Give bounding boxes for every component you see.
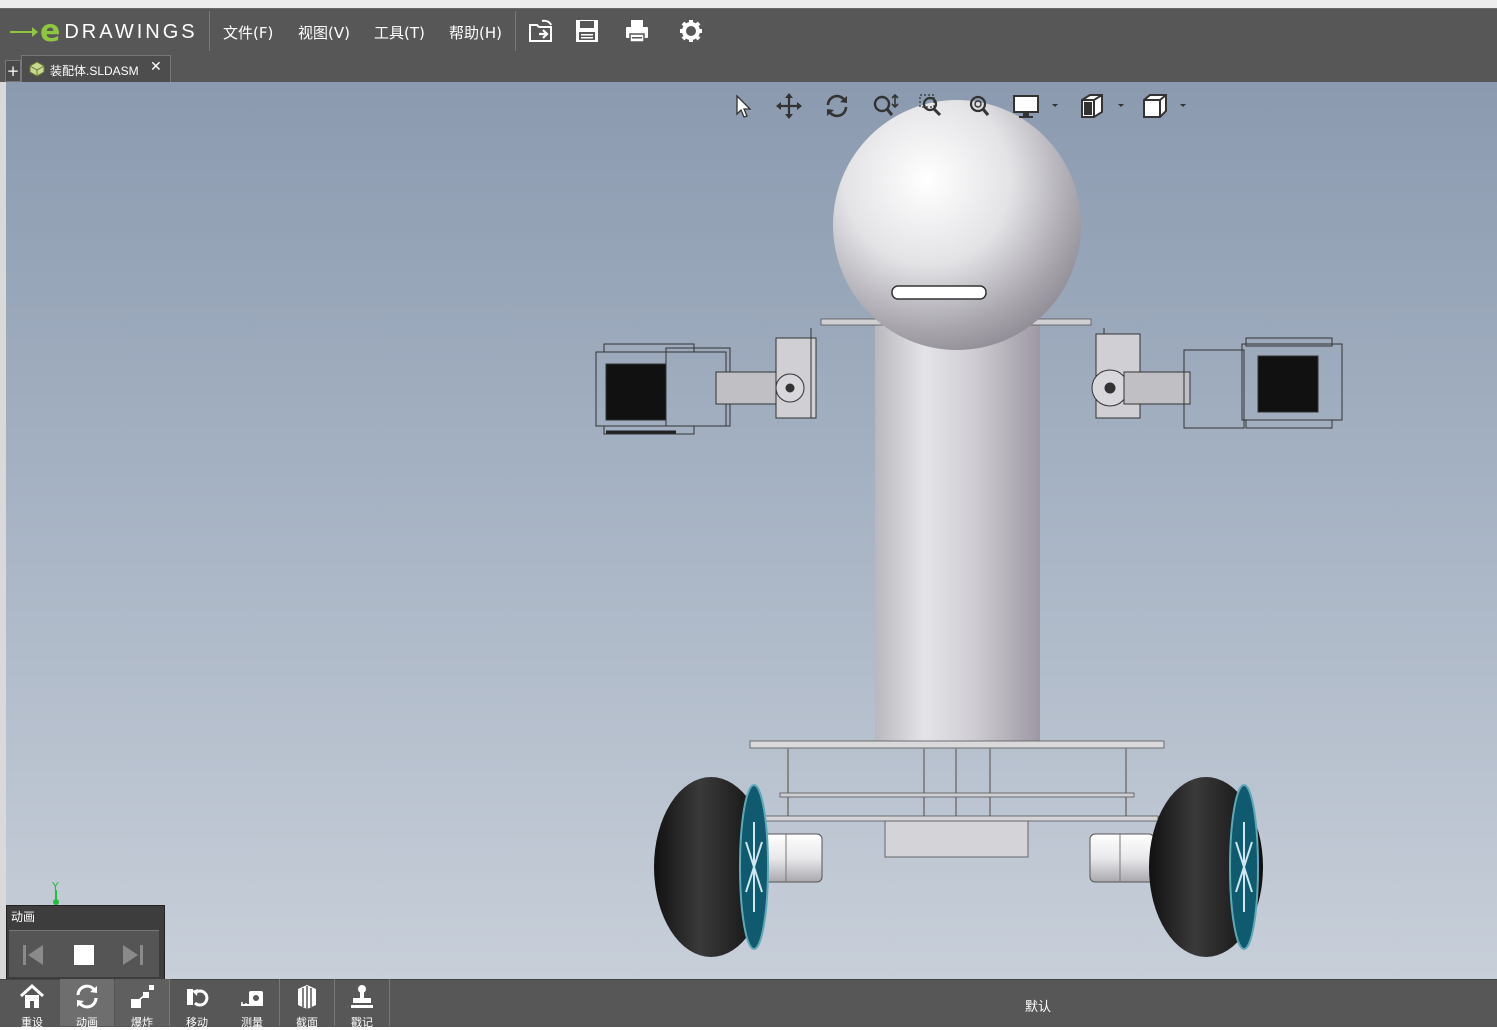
menu-file[interactable]: 文件(F): [223, 22, 273, 43]
window-top-strip: [0, 0, 1497, 8]
document-tab[interactable]: 装配体.SLDASM ✕: [21, 55, 171, 83]
animate-icon: [76, 984, 98, 1009]
animation-panel: 动画: [6, 905, 165, 981]
zoom-icon[interactable]: [870, 92, 900, 120]
standard-views-icon[interactable]: [1140, 92, 1190, 120]
new-tab-button[interactable]: +: [5, 60, 21, 82]
open-icon[interactable]: [527, 17, 555, 45]
right-wheel: [1149, 777, 1263, 957]
display-style-icon[interactable]: [1012, 92, 1062, 120]
section-icon: [298, 985, 316, 1009]
select-icon[interactable]: [728, 92, 758, 120]
logo-arrow-icon: [10, 27, 38, 37]
print-icon[interactable]: [623, 17, 651, 45]
separator: [515, 11, 516, 51]
document-tab-bar: [0, 54, 1497, 82]
save-icon[interactable]: [573, 17, 601, 45]
reset-button[interactable]: 重设: [5, 979, 59, 1029]
measure-button[interactable]: 测量: [225, 979, 279, 1029]
separator: [389, 979, 390, 1026]
move-icon: [187, 989, 209, 1007]
3d-viewport[interactable]: Y: [6, 82, 1497, 979]
y-axis-label: Y: [51, 880, 59, 893]
measure-icon: [241, 991, 263, 1006]
zoom-to-fit-icon[interactable]: [965, 92, 995, 120]
stop-icon[interactable]: [72, 943, 96, 967]
animation-panel-title: 动画: [11, 910, 36, 924]
rotate-icon[interactable]: [822, 92, 852, 120]
next-step-icon[interactable]: [121, 943, 145, 967]
explode-button[interactable]: 爆炸: [115, 979, 169, 1029]
assembly-file-icon: [29, 61, 45, 77]
animation-controls: [9, 930, 159, 977]
body-column: [875, 324, 1040, 744]
pan-icon[interactable]: [774, 92, 804, 120]
zoom-to-area-icon[interactable]: [917, 92, 947, 120]
section-button[interactable]: 截面: [280, 979, 334, 1029]
left-wheel: [654, 777, 769, 957]
configuration-name[interactable]: 默认: [1025, 996, 1051, 1015]
menu-tools[interactable]: 工具(T): [374, 22, 425, 43]
stamp-icon: [351, 985, 373, 1008]
close-tab-icon[interactable]: ✕: [150, 59, 162, 75]
explode-icon: [131, 985, 154, 1008]
edrawings-logo: e DRAWINGS: [10, 17, 198, 47]
left-arm: [595, 328, 817, 435]
right-arm: [1091, 328, 1343, 429]
menu-help[interactable]: 帮助(H): [449, 22, 502, 43]
home-icon: [19, 983, 45, 1008]
menu-view[interactable]: 视图(V): [298, 22, 350, 43]
stamp-button[interactable]: 戳记: [335, 979, 389, 1029]
document-tab-label: 装配体.SLDASM: [50, 64, 139, 78]
head-sphere: [833, 100, 1081, 350]
view-orientation-icon[interactable]: [1078, 92, 1128, 120]
move-button[interactable]: 移动: [170, 979, 224, 1029]
settings-icon[interactable]: [677, 17, 705, 45]
right-motor: [1089, 833, 1155, 883]
title-bar: e DRAWINGS 文件(F) 视图(V) 工具(T) 帮助(H): [0, 8, 1497, 54]
separator: [209, 11, 210, 51]
robot-model[interactable]: Y: [6, 82, 1497, 979]
previous-step-icon[interactable]: [21, 943, 45, 967]
animate-button[interactable]: 动画: [60, 979, 114, 1029]
head-slot: [891, 285, 987, 300]
